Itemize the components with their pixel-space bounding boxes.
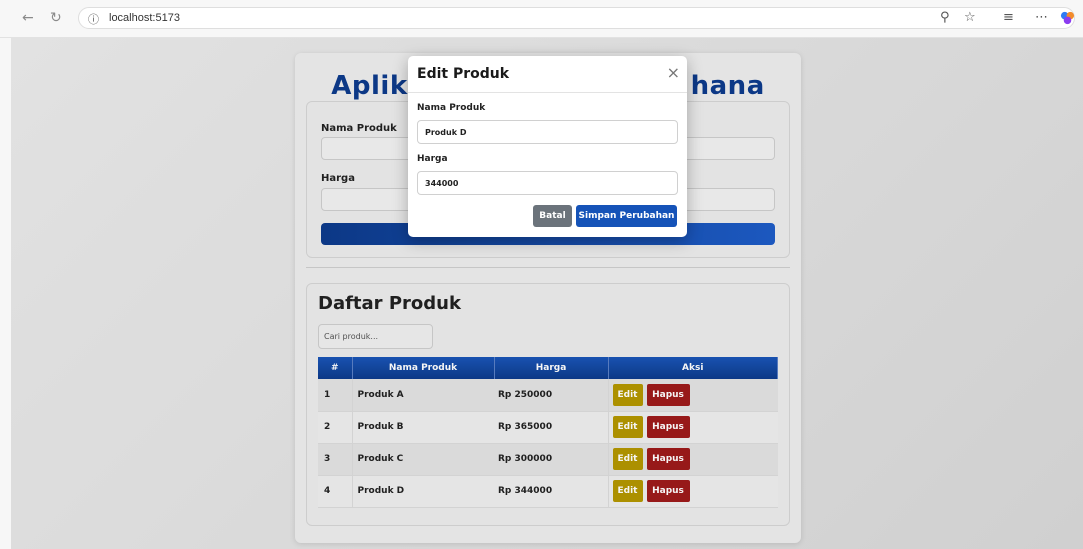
browser-toolbar: ← ↻ ⓘ localhost:5173 ⚲ ☆ ≡ ⋯ [0,0,1083,38]
cancel-button[interactable]: Batal [533,205,572,227]
more-icon[interactable]: ⋯ [1035,10,1048,26]
refresh-icon[interactable]: ↻ [50,10,62,26]
modal-price-label: Harga [417,154,448,164]
modal-header: Edit Produk × [408,56,687,93]
address-bar[interactable]: ⓘ localhost:5173 [78,7,1075,29]
collections-icon[interactable]: ≡ [1003,10,1014,26]
product-price-input[interactable] [417,171,678,195]
edit-product-modal: Edit Produk × Nama Produk Harga Batal Si… [408,56,687,237]
zoom-icon[interactable]: ⚲ [940,10,950,26]
modal-name-label: Nama Produk [417,103,486,113]
copilot-icon[interactable] [1060,10,1075,30]
url-text: localhost:5173 [109,12,180,24]
info-icon[interactable]: ⓘ [88,11,99,27]
modal-title: Edit Produk [417,66,510,82]
close-icon[interactable]: × [667,64,680,82]
favorite-icon[interactable]: ☆ [964,10,976,26]
product-name-input[interactable] [417,120,678,144]
save-changes-button[interactable]: Simpan Perubahan [576,205,677,227]
back-icon[interactable]: ← [22,10,34,26]
